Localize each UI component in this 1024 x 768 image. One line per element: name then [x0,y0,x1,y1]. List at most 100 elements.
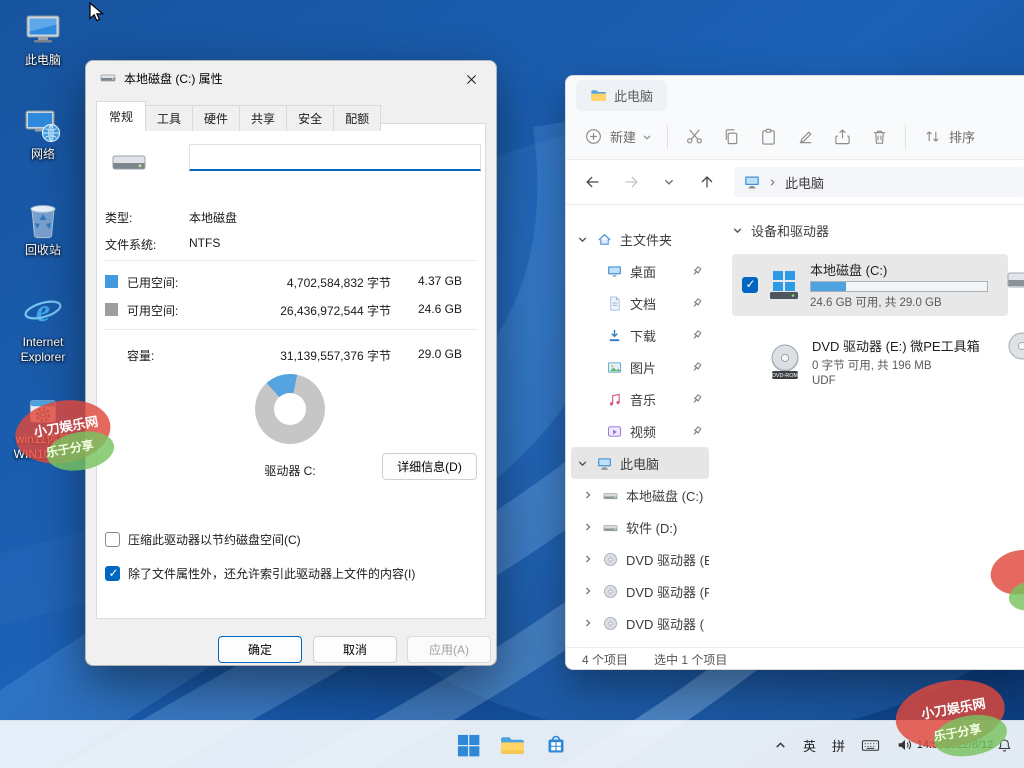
chevron-right-icon[interactable] [583,618,595,628]
desktop-icon-win11-restore[interactable]: win11恢复 WIN10经... [4,385,82,462]
compress-checkbox[interactable] [105,532,120,547]
chevron-down-icon[interactable] [577,234,589,245]
sidebar-item-label: 文档 [630,294,656,313]
taskbar-file-explorer[interactable] [492,725,532,765]
drive-tile-c[interactable]: 本地磁盘 (C:) 24.6 GB 可用, 共 29.0 GB [732,254,1008,316]
home-icon [597,232,612,247]
breadcrumb[interactable]: 此电脑 [734,167,1024,197]
sidebar-item-videos[interactable]: 视频 [571,415,709,447]
rename-icon[interactable] [794,126,816,148]
tray-ime-mode[interactable]: 拼 [825,725,852,765]
capacity-bar [810,281,988,292]
drive-tile-e[interactable]: DVD-ROM DVD 驱动器 (E:) 微PE工具箱 0 字节 可用, 共 1… [732,330,1008,393]
pin-icon [690,393,703,406]
sidebar-item-label: 桌面 [630,262,656,281]
clock-date: 2022/8/12 [944,738,993,753]
sidebar-item-label: DVD 驱动器 (E [626,550,709,569]
chevron-right-icon[interactable] [583,586,595,596]
explorer-tab[interactable]: 此电脑 [576,80,667,111]
sidebar-item-downloads[interactable]: 下载 [571,319,709,351]
apply-button[interactable]: 应用(A) [407,636,491,663]
close-button[interactable] [456,68,486,90]
tray-touch-keyboard[interactable] [854,725,887,765]
sidebar-item-pictures[interactable]: 图片 [571,351,709,383]
dialog-titlebar[interactable]: 本地磁盘 (C:) 属性 [86,61,496,95]
desktop-icon-this-pc[interactable]: 此电脑 [4,6,82,68]
details-button[interactable]: 详细信息(D) [382,453,477,480]
sidebar-item-music[interactable]: 音乐 [571,383,709,415]
ok-button[interactable]: 确定 [218,636,302,663]
chevron-right-icon[interactable] [583,490,595,500]
desktop-icon-label: 回收站 [4,243,82,258]
pin-icon [690,329,703,342]
tab-quota[interactable]: 配额 [333,105,381,131]
chevron-right-icon[interactable] [583,554,595,564]
compress-checkbox-row[interactable]: 压缩此驱动器以节约磁盘空间(C) [105,531,301,548]
chevron-down-icon[interactable] [732,225,743,236]
desktop-icon-recycle-bin[interactable]: 回收站 [4,196,82,258]
sidebar-item-dvd-g[interactable]: DVD 驱动器 ( [571,607,709,639]
tab-sharing[interactable]: 共享 [239,105,287,131]
up-icon[interactable] [696,171,718,193]
forward-icon[interactable] [620,171,642,193]
cut-icon[interactable] [683,126,705,148]
sort-button[interactable]: 排序 [921,126,975,148]
explorer-titlebar[interactable]: 此电脑 [566,76,1024,114]
start-button[interactable] [448,725,488,765]
tray-language[interactable]: 英 [796,725,823,765]
dvd-rom-icon: DVD-ROM [766,343,804,381]
sidebar-item-this-pc[interactable]: 此电脑 [571,447,709,479]
taskbar-store[interactable] [536,725,576,765]
sidebar-item-dvd-f[interactable]: DVD 驱动器 (F [571,575,709,607]
volume-label-input[interactable] [189,144,481,171]
new-button[interactable]: 新建 [582,126,652,148]
index-checkbox-row[interactable]: 除了文件属性外，还允许索引此驱动器上文件的内容(I) [105,565,415,582]
sidebar-item-drive-d[interactable]: 软件 (D:) [571,511,709,543]
explorer-status-bar: 4 个项目 选中 1 个项目 [566,647,1024,670]
divider [105,329,477,330]
tab-general[interactable]: 常规 [96,101,146,131]
paste-icon[interactable] [757,126,779,148]
recent-locations-chevron-icon[interactable] [658,171,680,193]
used-space-size: 4.37 GB [418,274,462,288]
sidebar-item-home[interactable]: 主文件夹 [571,223,709,255]
sidebar-item-drive-c[interactable]: 本地磁盘 (C:) [571,479,709,511]
keyboard-icon [861,736,880,755]
partial-drive-icon [1006,267,1024,295]
tab-hardware[interactable]: 硬件 [192,105,240,131]
copy-icon[interactable] [720,126,742,148]
back-icon[interactable] [582,171,604,193]
share-icon[interactable] [831,126,853,148]
pin-icon [690,265,703,278]
index-checkbox-label: 除了文件属性外，还允许索引此驱动器上文件的内容(I) [128,565,415,582]
drive-info: 24.6 GB 可用, 共 29.0 GB [810,294,988,310]
tray-chevron-up[interactable] [767,725,794,765]
sidebar-item-dvd-e[interactable]: DVD 驱动器 (E [571,543,709,575]
pin-icon [690,361,703,374]
desktop-icon-network[interactable]: 网络 [4,100,82,162]
this-pc-icon [4,6,82,50]
tab-tools[interactable]: 工具 [145,105,193,131]
tray-notifications[interactable] [989,725,1020,765]
drive-info: 0 字节 可用, 共 196 MB [812,357,980,373]
file-explorer-window: 此电脑 新建 排序 [565,75,1024,670]
tile-checkbox[interactable] [742,277,758,293]
folder-icon [499,732,526,759]
chevron-right-icon[interactable] [583,522,595,532]
breadcrumb-segment[interactable]: 此电脑 [785,173,824,192]
delete-icon[interactable] [868,126,890,148]
tray-clock[interactable]: 14:55 2022/8/12 [923,725,987,765]
sidebar-item-label: 下载 [630,326,656,345]
used-space-bytes: 4,702,584,832 字节 [287,274,391,291]
sidebar-item-documents[interactable]: 文档 [571,287,709,319]
sidebar-item-desktop[interactable]: 桌面 [571,255,709,287]
section-header-devices[interactable]: 设备和驱动器 [732,221,1024,240]
index-checkbox[interactable] [105,566,120,581]
desktop-icon-internet-explorer[interactable]: e Internet Explorer [4,288,82,365]
chevron-down-icon[interactable] [577,458,589,469]
toolbar-separator [905,125,906,149]
tab-security[interactable]: 安全 [286,105,334,131]
cancel-button[interactable]: 取消 [313,636,397,663]
capacity-label: 容量: [127,347,154,364]
desktop-icon-label: 此电脑 [4,53,82,68]
